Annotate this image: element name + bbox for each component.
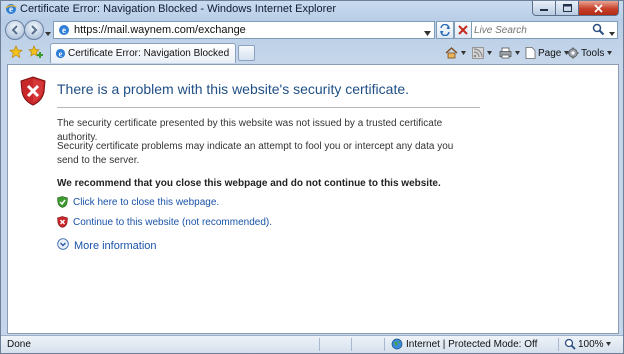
home-button[interactable]: [445, 45, 466, 61]
page-menu-label: Page: [538, 47, 562, 59]
tools-menu[interactable]: Tools: [567, 45, 613, 61]
security-zone[interactable]: Internet | Protected Mode: Off: [391, 338, 537, 350]
expand-chevron-icon[interactable]: [57, 238, 69, 253]
ie-window: e Certificate Error: Navigation Blocked …: [0, 0, 624, 354]
status-text: Done: [7, 339, 31, 350]
close-page-row: Click here to close this webpage.: [57, 196, 219, 208]
close-window-button[interactable]: [579, 1, 619, 16]
close-webpage-link[interactable]: Click here to close this webpage.: [73, 197, 219, 208]
more-information-link[interactable]: More information: [74, 240, 157, 252]
tab-page-icon: e: [55, 48, 66, 62]
green-shield-check-icon: [57, 196, 68, 208]
svg-text:e: e: [62, 25, 66, 35]
title-bar[interactable]: e Certificate Error: Navigation Blocked …: [1, 1, 623, 18]
zoom-chevron-down-icon: [605, 342, 611, 346]
page-menu[interactable]: Page: [525, 45, 570, 61]
search-options-chevron-down-icon[interactable]: [609, 27, 615, 39]
tab-label: Certificate Error: Navigation Blocked: [68, 48, 230, 59]
address-bar[interactable]: e https://mail.waynem.com/exchange: [53, 21, 435, 39]
recent-pages-chevron-down-icon[interactable]: [45, 27, 51, 39]
tab-bar: e Certificate Error: Navigation Blocked …: [1, 42, 623, 64]
navigation-bar: e https://mail.waynem.com/exchange: [1, 18, 623, 42]
tab-certificate-error[interactable]: e Certificate Error: Navigation Blocked: [50, 43, 236, 63]
ie-logo-icon: e: [5, 3, 17, 15]
search-input[interactable]: [474, 23, 592, 38]
security-warning: Security certificate problems may indica…: [57, 141, 454, 166]
tools-menu-label: Tools: [581, 47, 605, 59]
recommendation-text: We recommend that you close this webpage…: [57, 178, 441, 189]
status-divider: [351, 338, 352, 351]
search-icon[interactable]: [592, 23, 605, 39]
favorites-star-icon[interactable]: [9, 45, 23, 62]
red-shield-x-icon: [57, 216, 68, 228]
minimize-button[interactable]: [532, 1, 556, 16]
address-chevron-down-icon[interactable]: [424, 27, 431, 39]
forward-button[interactable]: [24, 20, 44, 40]
stop-button[interactable]: [454, 21, 472, 39]
add-favorites-icon[interactable]: [28, 45, 44, 62]
feeds-icon: [472, 47, 484, 59]
window-controls: [532, 1, 619, 16]
tools-chevron-down-icon: [607, 51, 613, 55]
refresh-button[interactable]: [436, 21, 454, 39]
home-chevron-down-icon: [461, 51, 466, 55]
status-divider: [384, 338, 385, 351]
shield-error-icon: [20, 76, 46, 109]
page-icon: [525, 47, 536, 59]
gear-icon: [567, 47, 579, 59]
status-divider: [558, 338, 559, 351]
globe-icon: [391, 338, 403, 350]
status-bar: Done Internet | Protected Mode: Off 100%: [1, 335, 623, 353]
feeds-chevron-down-icon: [487, 51, 492, 55]
svg-text:e: e: [59, 49, 63, 58]
heading-divider: [57, 107, 480, 108]
zoom-level: 100%: [578, 338, 604, 350]
more-information-toggle[interactable]: More information: [57, 238, 157, 253]
home-icon: [445, 47, 458, 59]
zoom-control[interactable]: 100%: [564, 338, 611, 350]
print-button[interactable]: [499, 45, 520, 61]
security-zone-label: Internet | Protected Mode: Off: [406, 338, 538, 350]
zoom-icon: [564, 338, 576, 350]
print-chevron-down-icon: [515, 51, 520, 55]
page-icon: e: [58, 24, 70, 39]
continue-to-website-link[interactable]: Continue to this website (not recommende…: [73, 217, 272, 228]
feeds-button[interactable]: [472, 45, 492, 61]
window-title: Certificate Error: Navigation Blocked - …: [20, 3, 337, 15]
maximize-button[interactable]: [556, 1, 579, 16]
page-heading: There is a problem with this website's s…: [57, 81, 410, 97]
continue-row: Continue to this website (not recommende…: [57, 216, 272, 228]
stop-icon: [458, 25, 468, 35]
new-tab-button[interactable]: [238, 45, 255, 61]
refresh-icon: [440, 24, 450, 36]
status-divider: [319, 338, 320, 351]
page-content: There is a problem with this website's s…: [7, 64, 619, 334]
search-box[interactable]: [471, 21, 618, 39]
back-button[interactable]: [5, 20, 25, 40]
printer-icon: [499, 47, 512, 59]
address-url[interactable]: https://mail.waynem.com/exchange: [74, 24, 246, 36]
